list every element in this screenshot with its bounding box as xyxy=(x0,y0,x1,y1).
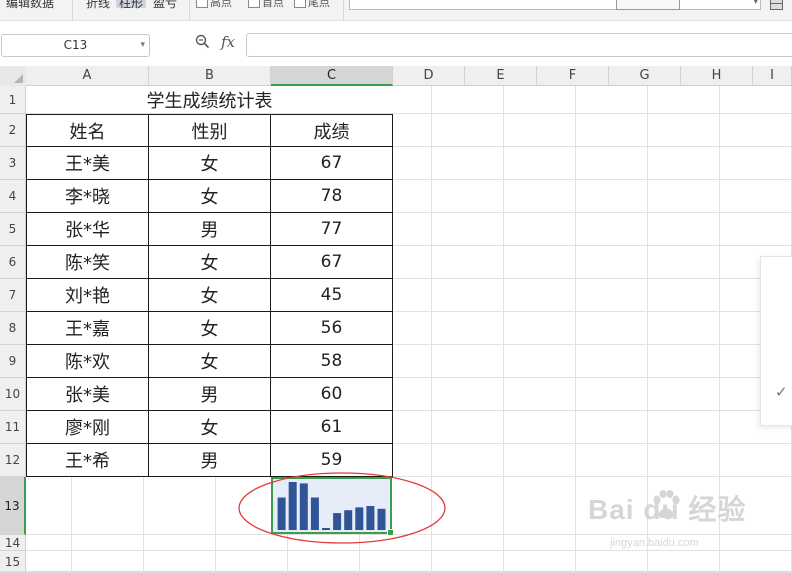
table-cell-score[interactable]: 45 xyxy=(271,279,393,312)
table-cell-gender[interactable]: 男 xyxy=(149,378,271,411)
column-header-c[interactable]: C xyxy=(271,66,393,86)
first-point-label: 首点 xyxy=(262,0,284,9)
sheet-title-cell[interactable]: 学生成绩统计表 xyxy=(26,86,393,113)
table-cell-name[interactable]: 李*晓 xyxy=(26,180,149,213)
ribbon-divider xyxy=(189,0,190,20)
zoom-icon[interactable] xyxy=(195,34,210,53)
line-sparkline-button[interactable]: 折线 xyxy=(86,0,110,11)
header-score-cell[interactable]: 成绩 xyxy=(271,114,393,147)
header-gender-cell[interactable]: 性别 xyxy=(149,114,271,147)
table-cell-gender[interactable]: 男 xyxy=(149,213,271,246)
floating-side-panel[interactable]: ✓ xyxy=(760,256,792,426)
row-header-11[interactable]: 11 xyxy=(0,411,26,444)
row-header-6[interactable]: 6 xyxy=(0,246,26,279)
table-cell-gender[interactable]: 女 xyxy=(149,345,271,378)
last-point-checkbox[interactable] xyxy=(294,0,306,8)
annotation-ellipse xyxy=(238,472,446,544)
row-header-2[interactable]: 2 xyxy=(0,114,26,147)
row-header-10[interactable]: 10 xyxy=(0,378,26,411)
table-cell-gender[interactable]: 女 xyxy=(149,180,271,213)
column-header-f[interactable]: F xyxy=(537,66,609,86)
table-cell-score[interactable]: 67 xyxy=(271,246,393,279)
sparkline-style-gallery[interactable]: ▾ xyxy=(349,0,761,10)
table-icon[interactable] xyxy=(770,0,783,10)
formula-bar: C13 ▾ fx xyxy=(0,21,792,67)
table-cell-score[interactable]: 56 xyxy=(271,312,393,345)
style-swatch[interactable] xyxy=(616,0,680,10)
winloss-sparkline-button[interactable]: 盈亏 xyxy=(153,0,177,11)
column-header-h[interactable]: H xyxy=(681,66,753,86)
table-cell-name[interactable]: 刘*艳 xyxy=(26,279,149,312)
table-cell-score[interactable]: 77 xyxy=(271,213,393,246)
formula-input[interactable] xyxy=(246,33,792,57)
row-header-3[interactable]: 3 xyxy=(0,147,26,180)
table-cell-score[interactable]: 58 xyxy=(271,345,393,378)
column-header-g[interactable]: G xyxy=(609,66,681,86)
table-cell-name[interactable]: 廖*刚 xyxy=(26,411,149,444)
row-header-7[interactable]: 7 xyxy=(0,279,26,312)
row-header-15[interactable]: 15 xyxy=(0,551,26,573)
cell-reference: C13 xyxy=(63,38,88,52)
table-cell-score[interactable]: 67 xyxy=(271,147,393,180)
column-header-b[interactable]: B xyxy=(149,66,271,86)
column-header-d[interactable]: D xyxy=(393,66,465,86)
chevron-down-icon[interactable]: ▾ xyxy=(140,35,145,56)
high-point-label: 高点 xyxy=(210,0,232,9)
row-header-9[interactable]: 9 xyxy=(0,345,26,378)
table-cell-score[interactable]: 61 xyxy=(271,411,393,444)
table-cell-score[interactable]: 60 xyxy=(271,378,393,411)
row-header-4[interactable]: 4 xyxy=(0,180,26,213)
watermark-url: jingyan.baidu.com xyxy=(610,537,699,549)
table-cell-name[interactable]: 张*美 xyxy=(26,378,149,411)
select-all-corner[interactable] xyxy=(0,66,27,87)
row-header-5[interactable]: 5 xyxy=(0,213,26,246)
row-header-8[interactable]: 8 xyxy=(0,312,26,345)
grid-line xyxy=(26,550,792,551)
function-icon[interactable]: fx xyxy=(221,33,235,51)
high-point-checkbox[interactable] xyxy=(196,0,208,8)
column-header-a[interactable]: A xyxy=(26,66,149,86)
name-box[interactable]: C13 ▾ xyxy=(1,34,150,57)
table-cell-name[interactable]: 王*嘉 xyxy=(26,312,149,345)
row-header-12[interactable]: 12 xyxy=(0,444,26,477)
table-cell-name[interactable]: 陈*笑 xyxy=(26,246,149,279)
paw-logo xyxy=(653,490,680,519)
check-icon[interactable]: ✓ xyxy=(775,383,788,401)
row-header-13[interactable]: 13 xyxy=(0,477,26,535)
header-name-cell[interactable]: 姓名 xyxy=(26,114,149,147)
ribbon-divider xyxy=(343,0,344,20)
table-cell-name[interactable]: 张*华 xyxy=(26,213,149,246)
row-header-14[interactable]: 14 xyxy=(0,535,26,551)
table-cell-score[interactable]: 78 xyxy=(271,180,393,213)
column-header-e[interactable]: E xyxy=(465,66,537,86)
table-cell-name[interactable]: 王*希 xyxy=(26,444,149,477)
row-header-1[interactable]: 1 xyxy=(0,86,26,114)
table-cell-gender[interactable]: 女 xyxy=(149,411,271,444)
table-cell-gender[interactable]: 女 xyxy=(149,147,271,180)
first-point-checkbox[interactable] xyxy=(248,0,260,8)
column-header-i[interactable]: I xyxy=(753,66,792,86)
table-cell-gender[interactable]: 女 xyxy=(149,246,271,279)
table-cell-gender[interactable]: 女 xyxy=(149,312,271,345)
ribbon-toolbar: 编辑数据 折线 柱形 盈亏 高点 首点 尾点 ▾ xyxy=(0,0,792,21)
last-point-label: 尾点 xyxy=(308,0,330,9)
chevron-down-icon[interactable]: ▾ xyxy=(753,0,758,7)
table-cell-gender[interactable]: 女 xyxy=(149,279,271,312)
ribbon-divider xyxy=(72,0,73,20)
edit-data-button[interactable]: 编辑数据 xyxy=(6,0,54,11)
column-sparkline-button[interactable]: 柱形 xyxy=(116,0,147,10)
table-cell-name[interactable]: 陈*欢 xyxy=(26,345,149,378)
table-cell-name[interactable]: 王*美 xyxy=(26,147,149,180)
